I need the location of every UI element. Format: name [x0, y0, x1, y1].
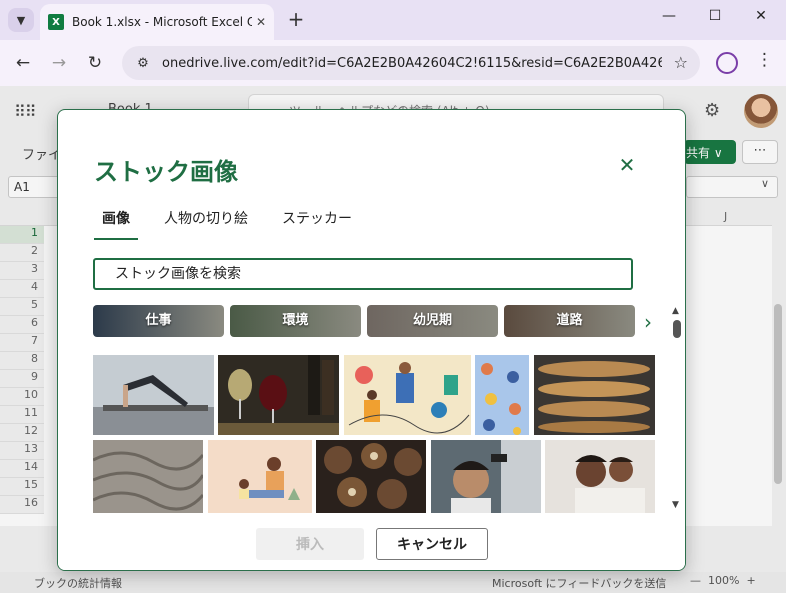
- address-bar: ← → ↻ ⚙ onedrive.live.com/edit?id=C6A2E2…: [0, 40, 786, 86]
- category-chip[interactable]: 道路: [504, 305, 635, 337]
- url-text: onedrive.live.com/edit?id=C6A2E2B0A42604…: [162, 55, 662, 71]
- tab-cutout-people[interactable]: 人物の切り絵: [156, 208, 256, 240]
- cancel-button[interactable]: キャンセル: [376, 528, 488, 560]
- photo-cookies[interactable]: [316, 440, 426, 513]
- tab-search-button[interactable]: ▼: [8, 8, 34, 32]
- photo-pattern[interactable]: [475, 355, 529, 435]
- profile-icon[interactable]: [716, 52, 738, 74]
- close-icon[interactable]: ✕: [614, 152, 640, 178]
- minimize-button[interactable]: —: [646, 8, 692, 32]
- bookmark-star-icon[interactable]: ☆: [674, 53, 688, 72]
- chevron-right-icon[interactable]: ›: [644, 310, 652, 334]
- photo-illustration-family[interactable]: [208, 440, 312, 513]
- insert-button[interactable]: 挿入: [256, 528, 364, 560]
- browser-tab[interactable]: X Book 1.xlsx - Microsoft Excel Or ✕: [40, 4, 274, 40]
- dialog-scrollbar-thumb[interactable]: [673, 320, 681, 338]
- tab-images[interactable]: 画像: [94, 208, 138, 240]
- photo-baguettes[interactable]: [534, 355, 655, 435]
- forward-button[interactable]: →: [46, 50, 72, 76]
- photo-illustration-team[interactable]: [344, 355, 471, 435]
- excel-icon: X: [48, 14, 64, 30]
- browser-tab-bar: ▼ X Book 1.xlsx - Microsoft Excel Or ✕ +…: [0, 0, 786, 40]
- new-tab-button[interactable]: +: [284, 8, 308, 32]
- photo-barber[interactable]: [431, 440, 541, 513]
- scroll-down-icon[interactable]: ▼: [672, 500, 679, 510]
- category-chip[interactable]: 環境: [230, 305, 361, 337]
- stock-images-dialog: ストック画像 ✕ 画像 人物の切り絵 ステッカー 仕事環境幼児期道路 › ▲ ▼: [57, 109, 686, 571]
- tab-title: Book 1.xlsx - Microsoft Excel Or: [72, 15, 252, 29]
- close-tab-icon[interactable]: ✕: [256, 15, 266, 29]
- arrow-right-icon: →: [51, 53, 67, 73]
- photo-yoga[interactable]: [93, 355, 214, 435]
- browser-menu-icon[interactable]: ⋮: [756, 50, 773, 70]
- close-window-button[interactable]: ✕: [738, 8, 784, 32]
- scroll-up-icon[interactable]: ▲: [672, 306, 679, 316]
- arrow-left-icon: ←: [15, 53, 31, 73]
- photo-wood[interactable]: [93, 440, 203, 513]
- category-chip[interactable]: 幼児期: [367, 305, 498, 337]
- site-settings-icon[interactable]: ⚙: [132, 52, 154, 74]
- tab-stickers[interactable]: ステッカー: [274, 208, 360, 240]
- reload-icon: ↻: [87, 53, 103, 73]
- image-grid: [93, 355, 657, 513]
- back-button[interactable]: ←: [10, 50, 36, 76]
- stock-search-input[interactable]: [93, 258, 633, 290]
- dialog-tabs: 画像 人物の切り絵 ステッカー: [94, 208, 378, 242]
- photo-mother-child[interactable]: [545, 440, 655, 513]
- reload-button[interactable]: ↻: [82, 50, 108, 76]
- dialog-footer: 挿入 キャンセル: [58, 520, 685, 570]
- maximize-button[interactable]: ☐: [692, 8, 738, 32]
- photo-wine[interactable]: [218, 355, 339, 435]
- chevron-down-icon: ▼: [16, 13, 26, 27]
- category-row: 仕事 環境 幼児期 道路: [93, 305, 641, 337]
- omnibox[interactable]: ⚙ onedrive.live.com/edit?id=C6A2E2B0A426…: [122, 46, 700, 80]
- dialog-title: ストック画像: [94, 158, 238, 186]
- category-chip[interactable]: 仕事: [93, 305, 224, 337]
